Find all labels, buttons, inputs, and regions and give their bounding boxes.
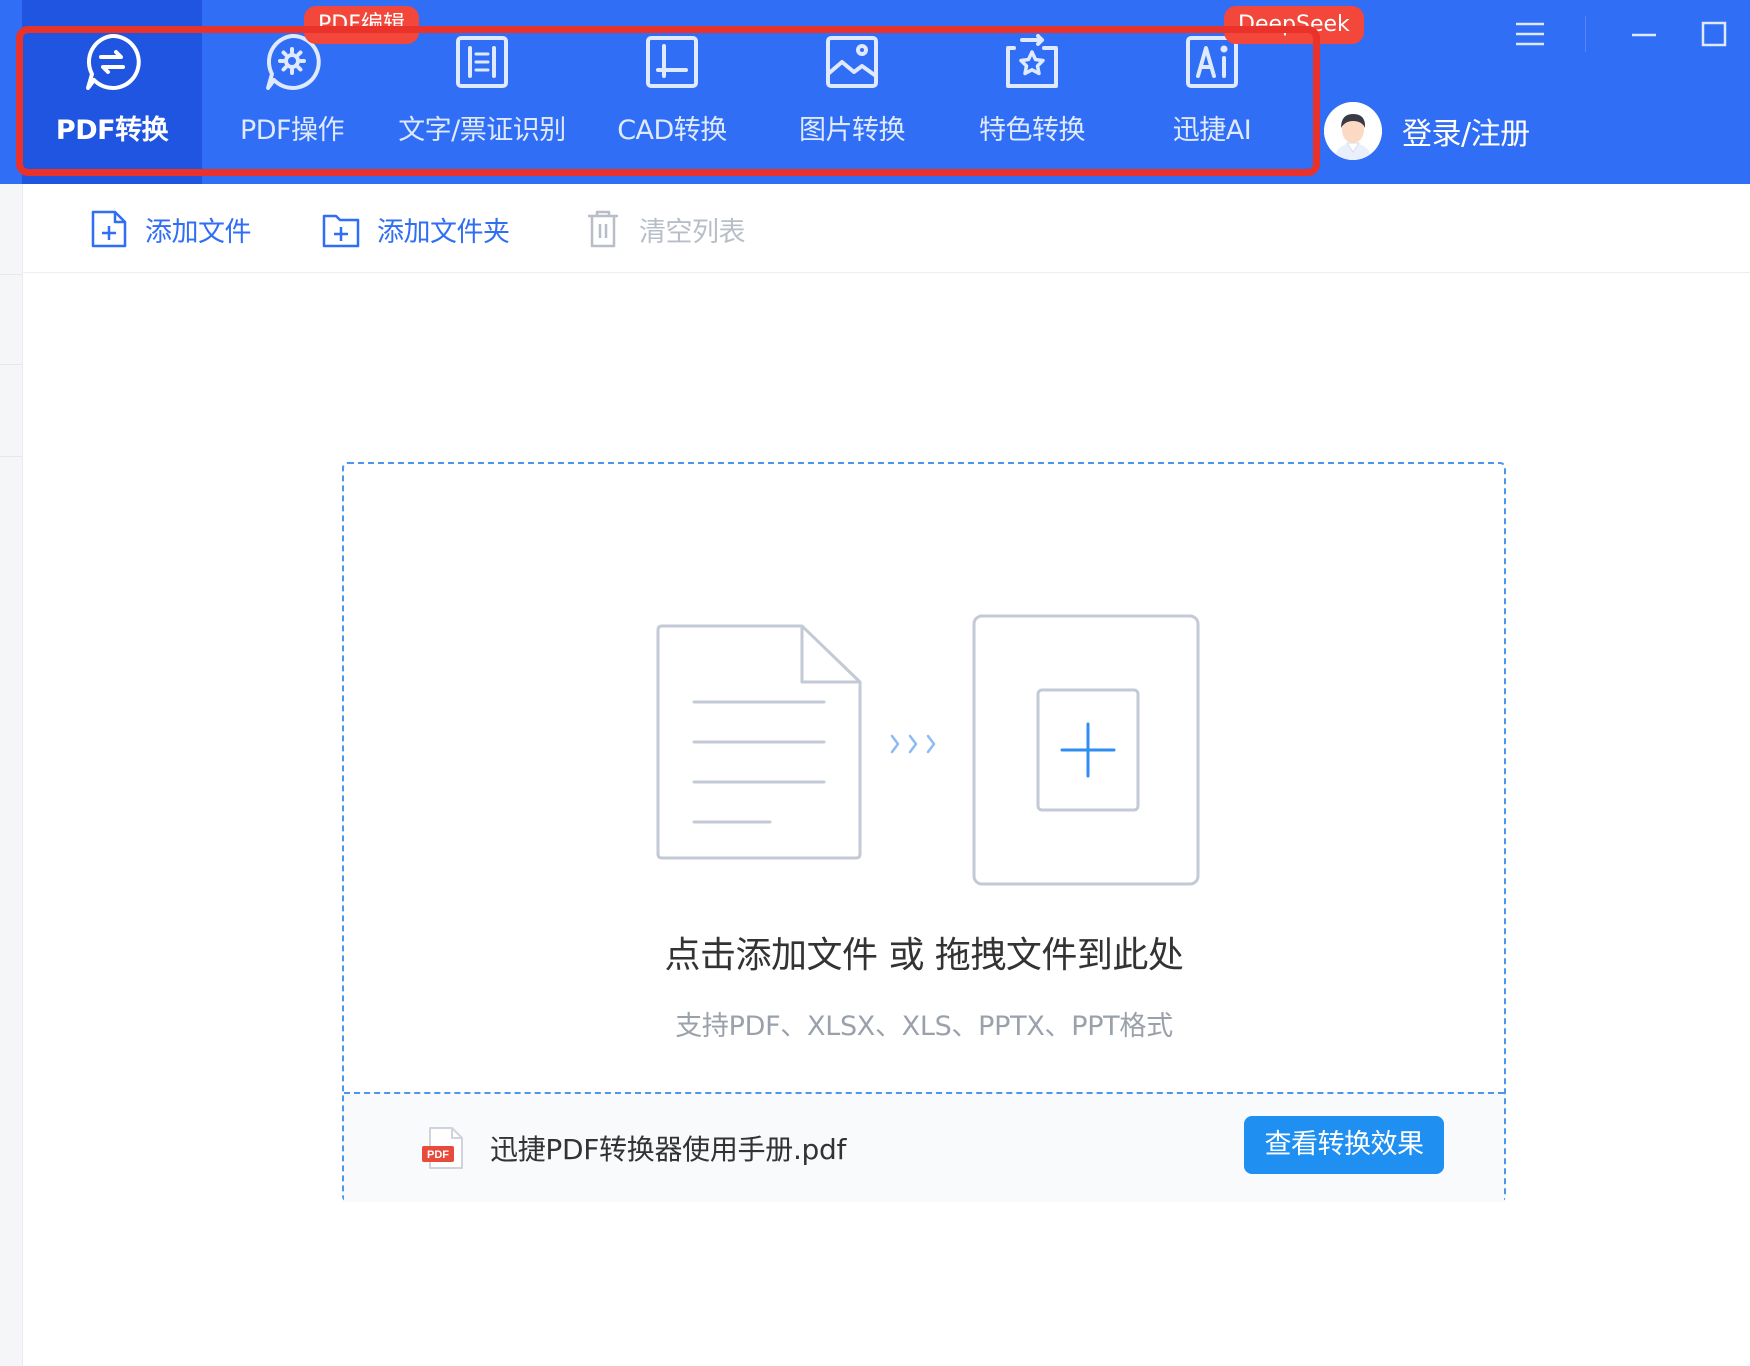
supported-formats-text: 支持PDF、XLSX、XLS、PPTX、PPT格式 xyxy=(675,1011,1173,1042)
maximize-icon[interactable] xyxy=(1694,14,1734,54)
drop-illustration xyxy=(654,614,1214,904)
drop-zone-title: 点击添加文件 或 拖拽文件到此处 xyxy=(664,935,1184,976)
pdf-edit-badge: PDF编辑 xyxy=(304,6,419,44)
add-folder-label: 添加文件夹 xyxy=(377,216,510,248)
sample-file-bar: PDF 迅捷PDF转换器使用手册.pdf 查看转换效果 xyxy=(344,1092,1504,1202)
menu-icon[interactable] xyxy=(1510,14,1550,54)
trash-icon xyxy=(583,208,623,250)
clear-list-label: 清空列表 xyxy=(639,216,746,248)
add-file-label: 添加文件 xyxy=(145,216,252,248)
minimize-icon[interactable] xyxy=(1624,14,1664,54)
avatar xyxy=(1324,102,1382,160)
pdf-convert-icon xyxy=(80,30,144,94)
tab-label: 图片转换 xyxy=(799,115,906,146)
star-convert-icon xyxy=(1000,30,1064,94)
top-nav-bar: PDF转换 PDF操作 文字/票证识别 CAD转换 图片转换 特色转换 迅捷AI… xyxy=(0,0,1750,184)
add-file-button[interactable]: 添加文件 xyxy=(89,208,252,250)
tab-image-convert[interactable]: 图片转换 xyxy=(762,0,942,184)
ocr-scan-icon xyxy=(450,30,514,94)
tab-label: CAD转换 xyxy=(617,115,727,146)
tab-label: 特色转换 xyxy=(979,115,1086,146)
pdf-file-icon: PDF xyxy=(420,1124,468,1172)
file-toolbar: 添加文件 添加文件夹 清空列表 xyxy=(23,184,1750,273)
tab-pdf-convert[interactable]: PDF转换 xyxy=(22,0,202,184)
window-controls-divider xyxy=(1585,16,1586,52)
tab-cad[interactable]: CAD转换 xyxy=(582,0,762,184)
left-side-rail xyxy=(0,184,23,1366)
sample-file-name: 迅捷PDF转换器使用手册.pdf xyxy=(490,1133,847,1166)
add-file-icon xyxy=(89,208,129,250)
clear-list-button[interactable]: 清空列表 xyxy=(583,208,746,250)
cad-icon xyxy=(640,30,704,94)
image-icon xyxy=(820,30,884,94)
file-drop-zone[interactable]: 点击添加文件 或 拖拽文件到此处 支持PDF、XLSX、XLS、PPTX、PPT… xyxy=(342,462,1506,1202)
tab-label: PDF转换 xyxy=(55,115,169,146)
tab-label: PDF操作 xyxy=(239,115,345,146)
tab-label: 文字/票证识别 xyxy=(398,115,566,146)
sample-file-link[interactable]: PDF 迅捷PDF转换器使用手册.pdf xyxy=(420,1124,846,1172)
svg-text:PDF: PDF xyxy=(427,1149,449,1161)
add-folder-button[interactable]: 添加文件夹 xyxy=(321,208,510,250)
tab-special-convert[interactable]: 特色转换 xyxy=(942,0,1122,184)
tab-label: 迅捷AI xyxy=(1172,115,1252,146)
view-conversion-result-button[interactable]: 查看转换效果 xyxy=(1244,1116,1444,1174)
login-register-button[interactable]: 登录/注册 xyxy=(1324,102,1530,160)
deepseek-badge: DeepSeek xyxy=(1224,6,1364,44)
add-folder-icon xyxy=(321,208,361,250)
login-register-label: 登录/注册 xyxy=(1402,117,1530,152)
arrows-icon xyxy=(890,734,936,754)
